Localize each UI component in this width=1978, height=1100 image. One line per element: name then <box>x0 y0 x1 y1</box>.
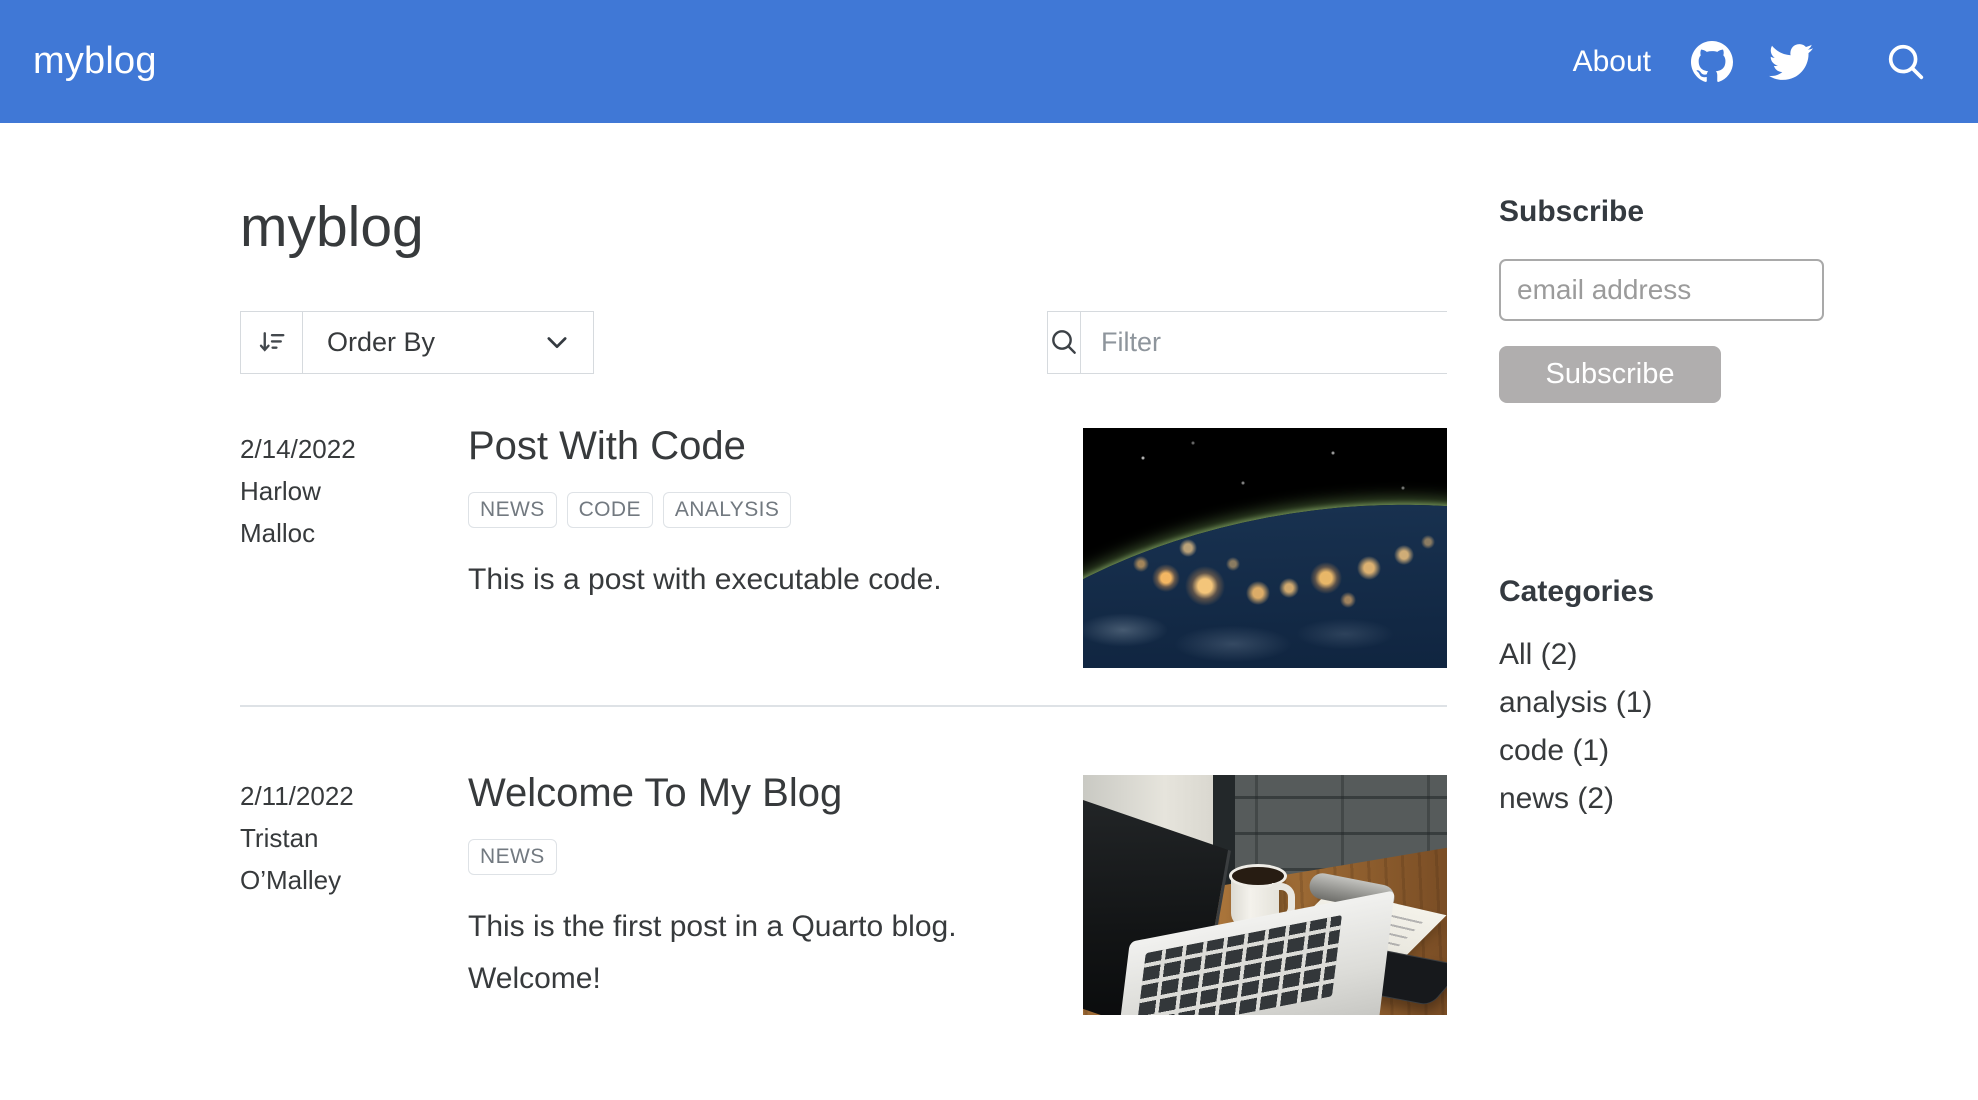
categories-list: All (2) analysis (1) code (1) news (2) <box>1499 631 1824 823</box>
post-author: Tristan O’Malley <box>240 822 342 895</box>
page-body: myblog Order By Filter 2/14/2022 Harlow … <box>0 123 1978 1015</box>
post-description: This is a post with executable code. <box>468 562 942 596</box>
sort-icon[interactable] <box>241 311 303 373</box>
post-divider <box>240 704 1447 707</box>
categories-section: Categories All (2) analysis (1) code (1)… <box>1499 575 1824 823</box>
filter-search-icon <box>1048 311 1081 373</box>
github-icon[interactable] <box>1691 40 1733 83</box>
subscribe-heading: Subscribe <box>1499 195 1645 228</box>
post-body: Post With Code NEWS CODE ANALYSIS This i… <box>468 424 1083 668</box>
post-date: 2/14/2022 <box>240 433 356 464</box>
listing-controls: Order By <box>240 310 1455 374</box>
earth-city-lights <box>1083 427 1447 668</box>
category-analysis[interactable]: analysis (1) <box>1499 679 1824 727</box>
subscribe-button[interactable]: Subscribe <box>1499 346 1721 403</box>
navbar-right: About <box>1573 39 1929 85</box>
category-news[interactable]: news (2) <box>1499 775 1824 823</box>
post-row-2: 2/11/2022 Tristan O’Malley Welcome To My… <box>240 771 1447 1015</box>
search-icon[interactable] <box>1883 39 1929 85</box>
twitter-icon[interactable] <box>1769 40 1813 84</box>
order-by-label: Order By <box>327 326 436 357</box>
post-description: This is the first post in a Quarto blog.… <box>468 909 957 996</box>
post-listing: 2/14/2022 Harlow Malloc Post With Code N… <box>240 424 1447 1015</box>
tag-news[interactable]: NEWS <box>468 838 557 875</box>
order-by-select[interactable]: Order By <box>240 310 594 374</box>
post-row-1: 2/14/2022 Harlow Malloc Post With Code N… <box>240 424 1447 668</box>
filter-box <box>1047 310 1455 374</box>
category-all[interactable]: All (2) <box>1499 631 1824 679</box>
post-thumbnail-desk[interactable] <box>1083 774 1447 1015</box>
post-thumbnail-earth[interactable] <box>1083 427 1447 668</box>
order-by-current: Order By <box>303 312 593 373</box>
email-field[interactable] <box>1499 259 1824 321</box>
category-code[interactable]: code (1) <box>1499 727 1824 775</box>
post-author: Harlow Malloc <box>240 475 321 548</box>
tag-analysis[interactable]: ANALYSIS <box>662 491 792 528</box>
post-body: Welcome To My Blog NEWS This is the firs… <box>468 771 1083 1015</box>
post-tags: NEWS <box>468 838 1059 875</box>
post-title[interactable]: Welcome To My Blog <box>468 769 1059 817</box>
tag-code[interactable]: CODE <box>566 491 653 528</box>
post-meta: 2/14/2022 Harlow Malloc <box>240 428 468 668</box>
sidebar: Subscribe Subscribe Categories All (2) a… <box>1499 123 1824 1015</box>
tag-news[interactable]: NEWS <box>468 491 557 528</box>
chevron-down-icon <box>547 337 567 349</box>
page-title: myblog <box>240 195 424 259</box>
post-date: 2/11/2022 <box>240 780 354 811</box>
filter-input[interactable] <box>1081 311 1455 373</box>
post-meta: 2/11/2022 Tristan O’Malley <box>240 775 468 1015</box>
post-tags: NEWS CODE ANALYSIS <box>468 491 1059 528</box>
post-title[interactable]: Post With Code <box>468 422 1059 470</box>
categories-heading: Categories <box>1499 575 1655 608</box>
navbar: myblog About <box>0 0 1978 123</box>
navbar-brand[interactable]: myblog <box>33 40 157 83</box>
main-content: myblog Order By Filter 2/14/2022 Harlow … <box>240 123 1455 1015</box>
nav-link-about[interactable]: About <box>1573 45 1651 79</box>
